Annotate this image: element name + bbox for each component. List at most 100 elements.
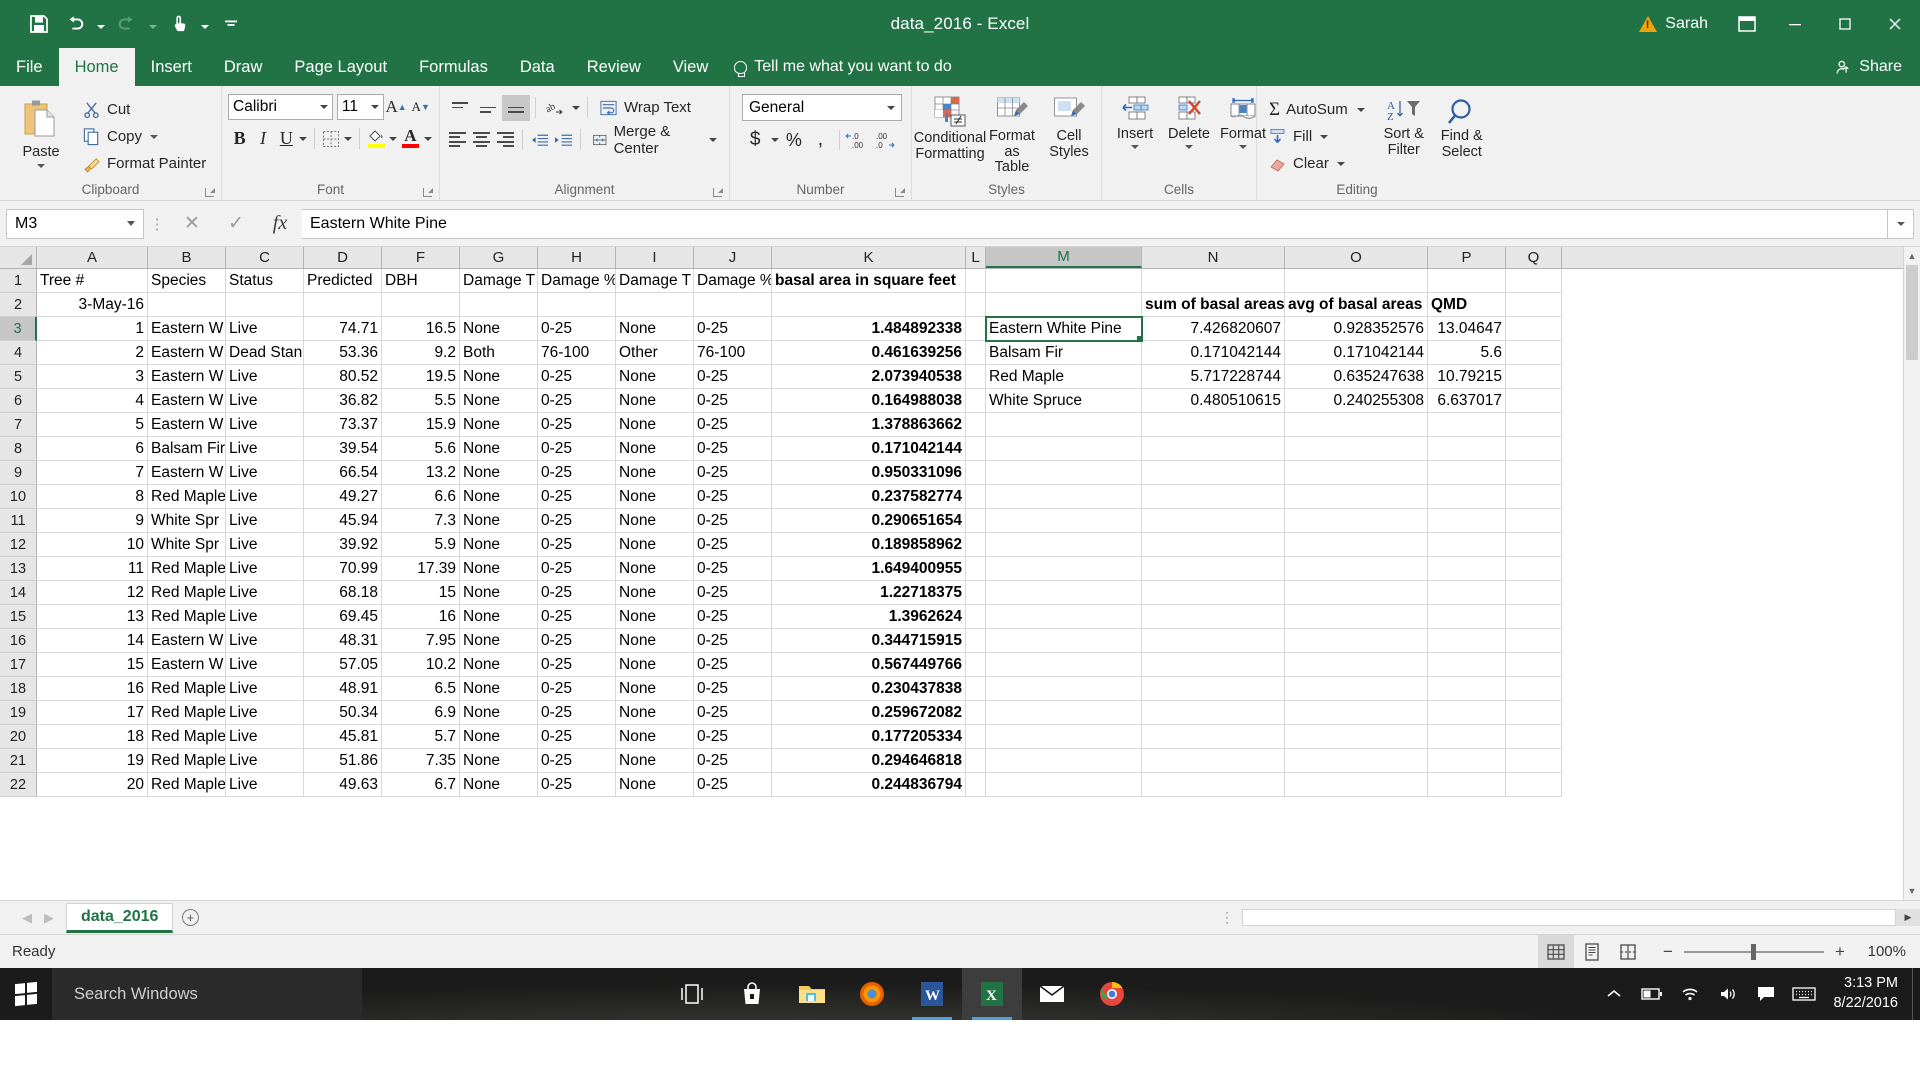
paste-button[interactable]: Paste bbox=[6, 94, 76, 172]
cell-K21[interactable]: 0.294646818 bbox=[772, 749, 966, 773]
cell-C2[interactable] bbox=[226, 293, 304, 317]
select-all-corner[interactable] bbox=[0, 247, 37, 268]
cell-M4[interactable]: Balsam Fir bbox=[986, 341, 1142, 365]
format-painter-button[interactable]: Format Painter bbox=[76, 150, 212, 177]
wifi-icon[interactable] bbox=[1671, 968, 1709, 1020]
cell-M15[interactable] bbox=[986, 605, 1142, 629]
row-header-16[interactable]: 16 bbox=[0, 629, 37, 653]
cell-G2[interactable] bbox=[460, 293, 538, 317]
cell-C3[interactable]: Live bbox=[226, 317, 304, 341]
cell-F7[interactable]: 15.9 bbox=[382, 413, 460, 437]
tab-file[interactable]: File bbox=[0, 48, 59, 86]
cell-P21[interactable] bbox=[1428, 749, 1506, 773]
cell-G17[interactable]: None bbox=[460, 653, 538, 677]
fill-button[interactable]: Fill bbox=[1263, 123, 1371, 150]
sheet-tab-data-2016[interactable]: data_2016 bbox=[66, 902, 174, 933]
cell-I8[interactable]: None bbox=[616, 437, 694, 461]
tab-review[interactable]: Review bbox=[571, 48, 657, 86]
wrap-text-button[interactable]: Wrap Text bbox=[593, 94, 697, 121]
cell-G19[interactable]: None bbox=[460, 701, 538, 725]
cell-O7[interactable] bbox=[1285, 413, 1428, 437]
scroll-right-icon[interactable]: ▶ bbox=[1896, 909, 1920, 926]
underline-button[interactable]: U bbox=[275, 126, 298, 152]
action-center-icon[interactable] bbox=[1747, 968, 1785, 1020]
cell-B11[interactable]: White Spr bbox=[148, 509, 226, 533]
confirm-edit-button[interactable]: ✓ bbox=[214, 209, 258, 239]
cell-O15[interactable] bbox=[1285, 605, 1428, 629]
cell-Q21[interactable] bbox=[1506, 749, 1562, 773]
cell-H3[interactable]: 0-25 bbox=[538, 317, 616, 341]
cell-G21[interactable]: None bbox=[460, 749, 538, 773]
cell-I16[interactable]: None bbox=[616, 629, 694, 653]
cell-K1[interactable]: basal area in square feet bbox=[772, 269, 966, 293]
taskbar-store[interactable] bbox=[722, 968, 782, 1020]
add-sheet-button[interactable]: + bbox=[173, 901, 207, 935]
cell-G5[interactable]: None bbox=[460, 365, 538, 389]
align-bottom-button[interactable] bbox=[502, 94, 530, 121]
cell-A21[interactable]: 19 bbox=[37, 749, 148, 773]
close-button[interactable] bbox=[1870, 0, 1920, 48]
cell-Q6[interactable] bbox=[1506, 389, 1562, 413]
cell-A14[interactable]: 12 bbox=[37, 581, 148, 605]
cell-A2[interactable]: 3-May-16 bbox=[37, 293, 148, 317]
column-header-K[interactable]: K bbox=[772, 247, 966, 268]
bold-button[interactable]: B bbox=[228, 126, 251, 152]
cell-C6[interactable]: Live bbox=[226, 389, 304, 413]
cell-H20[interactable]: 0-25 bbox=[538, 725, 616, 749]
font-name-dropdown-icon[interactable] bbox=[319, 105, 328, 109]
normal-view-button[interactable] bbox=[1538, 934, 1574, 969]
cell-D10[interactable]: 49.27 bbox=[304, 485, 382, 509]
cell-K18[interactable]: 0.230437838 bbox=[772, 677, 966, 701]
cell-P9[interactable] bbox=[1428, 461, 1506, 485]
column-header-B[interactable]: B bbox=[148, 247, 226, 268]
cell-Q11[interactable] bbox=[1506, 509, 1562, 533]
cell-C13[interactable]: Live bbox=[226, 557, 304, 581]
cell-P1[interactable] bbox=[1428, 269, 1506, 293]
cell-H18[interactable]: 0-25 bbox=[538, 677, 616, 701]
decrease-indent-button[interactable] bbox=[528, 127, 552, 153]
start-button[interactable] bbox=[0, 968, 52, 1020]
tab-insert[interactable]: Insert bbox=[135, 48, 208, 86]
cell-L11[interactable] bbox=[966, 509, 986, 533]
cell-Q16[interactable] bbox=[1506, 629, 1562, 653]
cell-A8[interactable]: 6 bbox=[37, 437, 148, 461]
row-header-13[interactable]: 13 bbox=[0, 557, 37, 581]
cell-I18[interactable]: None bbox=[616, 677, 694, 701]
row-header-20[interactable]: 20 bbox=[0, 725, 37, 749]
cell-K12[interactable]: 0.189858962 bbox=[772, 533, 966, 557]
cell-K9[interactable]: 0.950331096 bbox=[772, 461, 966, 485]
show-hidden-icons-icon[interactable] bbox=[1595, 968, 1633, 1020]
cell-P20[interactable] bbox=[1428, 725, 1506, 749]
cell-F1[interactable]: DBH bbox=[382, 269, 460, 293]
column-header-P[interactable]: P bbox=[1428, 247, 1506, 268]
column-header-D[interactable]: D bbox=[304, 247, 382, 268]
cell-K2[interactable] bbox=[772, 293, 966, 317]
cell-P6[interactable]: 6.637017 bbox=[1428, 389, 1506, 413]
cell-M21[interactable] bbox=[986, 749, 1142, 773]
borders-dropdown-icon[interactable] bbox=[343, 126, 354, 152]
taskbar-search[interactable]: Search Windows bbox=[52, 968, 362, 1020]
number-format-dropdown-icon[interactable] bbox=[887, 105, 895, 110]
cell-O14[interactable] bbox=[1285, 581, 1428, 605]
tab-page-layout[interactable]: Page Layout bbox=[278, 48, 403, 86]
cell-I6[interactable]: None bbox=[616, 389, 694, 413]
cell-J18[interactable]: 0-25 bbox=[694, 677, 772, 701]
cell-G1[interactable]: Damage T bbox=[460, 269, 538, 293]
cell-O17[interactable] bbox=[1285, 653, 1428, 677]
cell-O13[interactable] bbox=[1285, 557, 1428, 581]
cell-M17[interactable] bbox=[986, 653, 1142, 677]
cell-P13[interactable] bbox=[1428, 557, 1506, 581]
cell-I1[interactable]: Damage T bbox=[616, 269, 694, 293]
cell-N13[interactable] bbox=[1142, 557, 1285, 581]
cell-M12[interactable] bbox=[986, 533, 1142, 557]
cell-G6[interactable]: None bbox=[460, 389, 538, 413]
cell-C16[interactable]: Live bbox=[226, 629, 304, 653]
align-center-button[interactable] bbox=[470, 127, 494, 153]
row-header-11[interactable]: 11 bbox=[0, 509, 37, 533]
number-format-select[interactable]: General bbox=[742, 94, 902, 121]
cell-G4[interactable]: Both bbox=[460, 341, 538, 365]
cell-H15[interactable]: 0-25 bbox=[538, 605, 616, 629]
horizontal-scrollbar[interactable]: ⋮ ▶ bbox=[1220, 901, 1920, 935]
cell-J15[interactable]: 0-25 bbox=[694, 605, 772, 629]
show-desktop-button[interactable] bbox=[1912, 968, 1920, 1020]
